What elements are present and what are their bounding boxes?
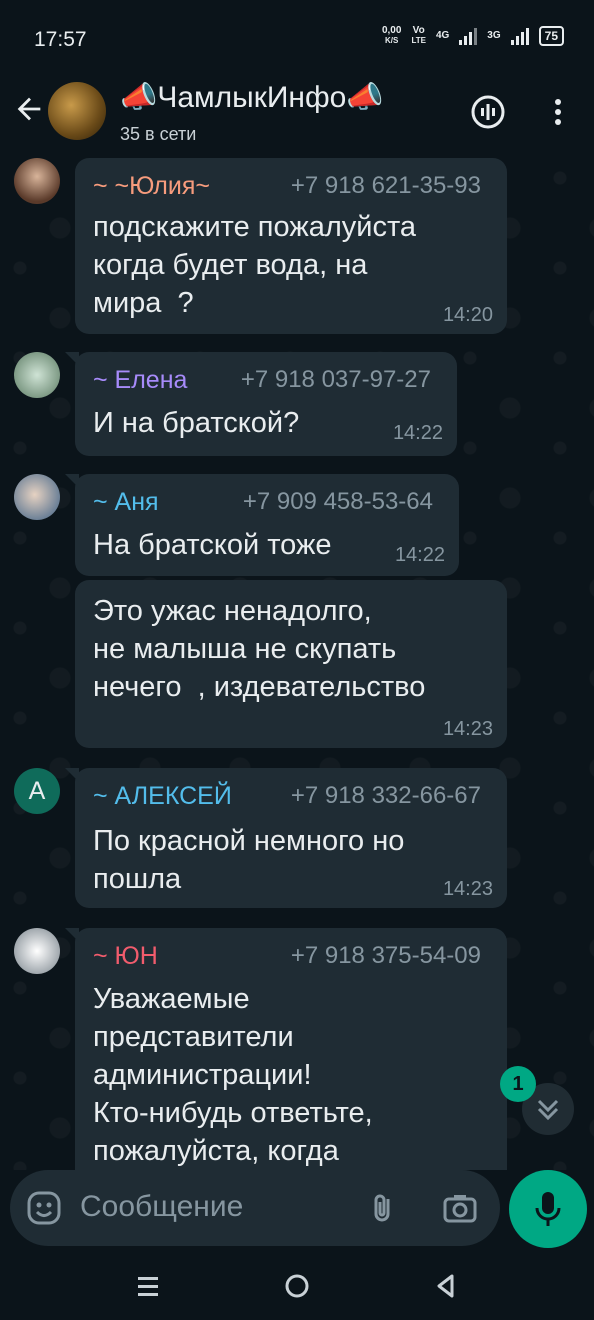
- message-text: Уважаемые представители администрации! К…: [93, 983, 373, 1167]
- status-bar: 17:57 0,00 K/S Vo LTE 4G 3G 75: [0, 0, 594, 74]
- signal-icon-2: [510, 27, 529, 45]
- avatar[interactable]: [14, 158, 60, 204]
- message-time: 14:20: [442, 304, 493, 326]
- microphone-icon: [535, 1192, 561, 1226]
- message-time: 14:22: [394, 544, 445, 566]
- avatar[interactable]: [14, 474, 60, 520]
- message-text: подскажите пожалуйста когда будет вода, …: [93, 211, 417, 319]
- sender-phone: +7 909 458-53-64: [242, 488, 433, 515]
- sender-name[interactable]: ~ Елена: [93, 366, 187, 395]
- avatar[interactable]: [14, 352, 60, 398]
- network-speed: 0,00 K/S: [382, 26, 401, 46]
- camera-icon[interactable]: [442, 1190, 478, 1226]
- message-text: На братской тоже: [93, 529, 332, 561]
- message-text: И на братской?: [93, 407, 300, 439]
- sender-name[interactable]: ~ Аня: [93, 488, 159, 517]
- message-bubble[interactable]: ~ Аня +7 909 458-53-64 На братской тоже …: [65, 474, 459, 576]
- bubble-tail: [65, 352, 79, 366]
- message-composer[interactable]: Сообщение: [10, 1170, 500, 1246]
- message-text: По красной немного но пошла: [93, 825, 405, 895]
- message-bubble[interactable]: ~ ЮН +7 918 375-54-09 Уважаемые представ…: [65, 928, 507, 1170]
- volte-indicator: Vo LTE: [411, 26, 426, 46]
- emoji-icon[interactable]: [26, 1190, 62, 1226]
- back-nav-icon[interactable]: [428, 1268, 464, 1304]
- home-icon[interactable]: [279, 1268, 315, 1304]
- sender-name[interactable]: ~ ЮН: [93, 942, 158, 971]
- bubble-tail: [65, 474, 79, 488]
- status-time: 17:57: [34, 28, 87, 51]
- bubble-tail: [65, 928, 79, 942]
- chat-area[interactable]: ~ ~Юлия~ +7 918 621-35-93 подскажите пож…: [0, 158, 594, 1170]
- chat-title[interactable]: 📣ЧамлыкИнфо📣: [120, 80, 384, 115]
- network-speed-unit: K/S: [385, 36, 399, 45]
- recent-apps-icon[interactable]: [130, 1268, 166, 1304]
- online-count: 35 в сети: [120, 124, 197, 144]
- network-speed-value: 0,00: [381, 25, 402, 36]
- message-bubble[interactable]: Это ужас ненадолго, не малыша не скупать…: [75, 580, 507, 748]
- network-3g: 3G: [487, 30, 501, 41]
- sender-phone: +7 918 621-35-93: [290, 172, 481, 199]
- attach-icon[interactable]: [366, 1190, 402, 1226]
- message-time: 14:23: [442, 878, 493, 900]
- network-4g: 4G: [435, 30, 450, 41]
- avatar[interactable]: A: [14, 768, 60, 814]
- sender-phone: +7 918 332-66-67: [290, 782, 481, 809]
- group-avatar[interactable]: [48, 82, 106, 140]
- mic-button[interactable]: [509, 1170, 587, 1248]
- back-arrow-icon[interactable]: [12, 92, 46, 126]
- unread-badge: 1: [500, 1066, 536, 1102]
- bubble-tail: [65, 768, 79, 782]
- message-text: Это ужас ненадолго, не малыша не скупать…: [93, 595, 426, 703]
- status-icons: 0,00 K/S Vo LTE 4G 3G 75: [382, 26, 564, 46]
- message-time: 14:23: [442, 718, 493, 740]
- voice-chat-icon[interactable]: [470, 94, 506, 130]
- sender-name[interactable]: ~ АЛЕКСЕЙ: [93, 782, 232, 811]
- volte-bottom: LTE: [411, 36, 426, 45]
- sender-phone: +7 918 375-54-09: [290, 942, 481, 969]
- volte-top: Vo: [412, 25, 425, 36]
- more-options-icon[interactable]: [540, 94, 576, 130]
- message-input[interactable]: Сообщение: [80, 1190, 243, 1224]
- battery-icon: 75: [538, 26, 564, 46]
- avatar[interactable]: [14, 928, 60, 974]
- sender-phone: +7 918 037-97-27: [240, 366, 431, 393]
- message-time: 14:22: [392, 422, 443, 444]
- message-bubble[interactable]: ~ Елена +7 918 037-97-27 И на братской? …: [65, 352, 457, 456]
- signal-icon: [459, 27, 478, 45]
- sender-name[interactable]: ~ ~Юлия~: [93, 172, 210, 201]
- avatar-letter: A: [28, 777, 46, 805]
- system-nav-bar: [0, 1254, 594, 1320]
- chat-header: 📣ЧамлыкИнфо📣 35 в сети: [0, 74, 594, 158]
- message-bubble[interactable]: ~ АЛЕКСЕЙ +7 918 332-66-67 По красной не…: [65, 768, 507, 908]
- message-bubble[interactable]: ~ ~Юлия~ +7 918 621-35-93 подскажите пож…: [75, 158, 507, 334]
